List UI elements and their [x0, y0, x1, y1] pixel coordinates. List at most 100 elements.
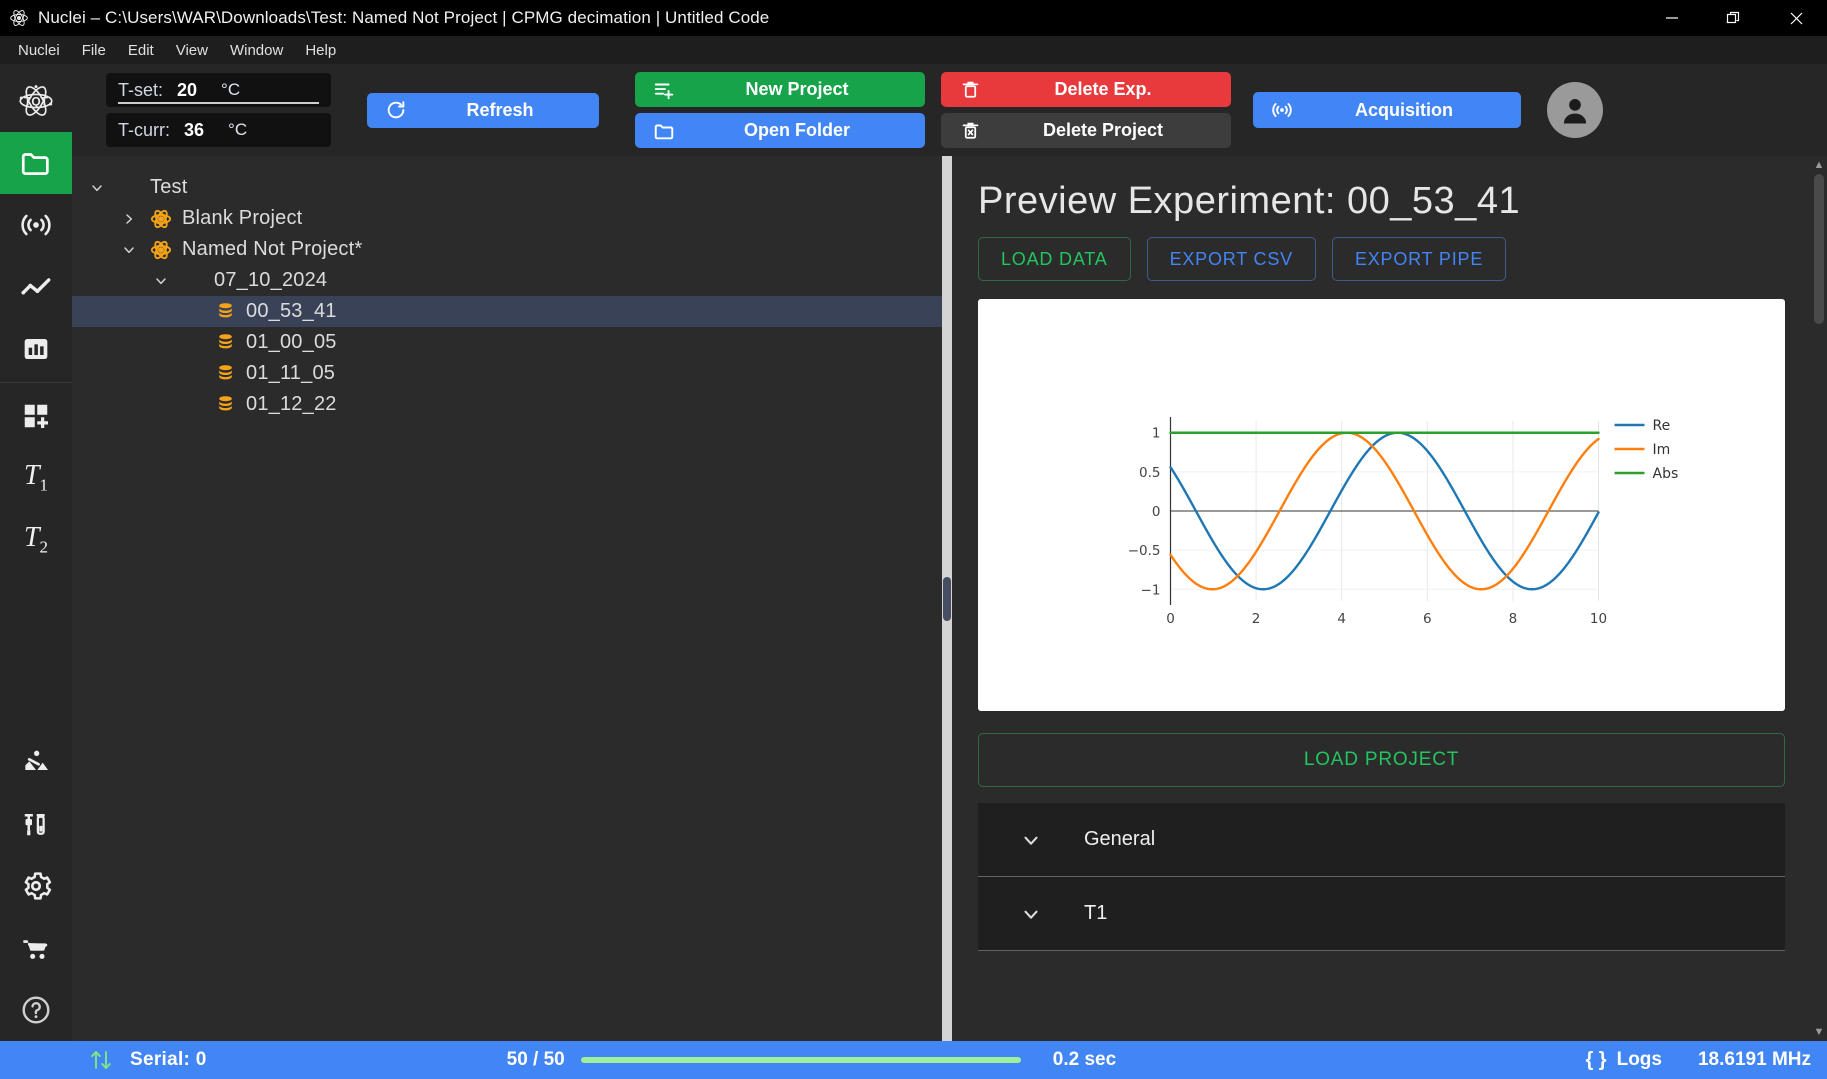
rail-item-add-module[interactable]: [0, 385, 72, 447]
tree-node-label: Test: [150, 176, 188, 198]
rail-item-analysis[interactable]: [0, 318, 72, 380]
progress-count: 50 / 50: [506, 1049, 565, 1070]
tset-field[interactable]: T-set: 20 °C: [106, 73, 331, 107]
trash-x-icon: [953, 120, 987, 141]
plot-svg: 0 2 4 6 8 10 −1 −0.5 0 0.5 1 Re Im Abs: [1025, 299, 1738, 711]
accordion-general[interactable]: General: [978, 803, 1785, 877]
refresh-button-label: Refresh: [466, 99, 534, 120]
main-column: T-set: 20 °C T-curr: 36 °C Refresh New P…: [72, 64, 1827, 1041]
tcurr-field: T-curr: 36 °C: [106, 113, 331, 147]
menu-window[interactable]: Window: [220, 39, 293, 62]
delete-exp-button[interactable]: Delete Exp.: [941, 72, 1231, 107]
rail-item-t1[interactable]: T1: [0, 447, 72, 509]
svg-text:Abs: Abs: [1653, 466, 1679, 482]
braces-icon: { }: [1585, 1048, 1607, 1071]
rail-item-calibration[interactable]: [0, 793, 72, 855]
tree-node-blank-project[interactable]: Blank Project: [72, 203, 942, 234]
app-logo-icon: [8, 7, 30, 29]
tset-label: T-set:: [118, 79, 164, 100]
chevron-down-icon[interactable]: [150, 273, 172, 289]
chevron-down-icon[interactable]: [1020, 829, 1042, 851]
body: TQT T1 T2 T-set: 20 °C T-curr: 36 °C Ref…: [0, 64, 1827, 1041]
window-title: Nuclei – C:\Users\WAR\Downloads\Test: Na…: [38, 8, 770, 27]
content-panes: Test Blank Project Named Not Project* 07…: [72, 156, 1827, 1041]
rail-item-projects[interactable]: [0, 132, 72, 194]
chevron-right-icon[interactable]: [118, 211, 140, 227]
rail-divider: [0, 382, 72, 383]
scroll-up-arrow-icon[interactable]: ▲: [1814, 156, 1825, 174]
accordion-general-label: General: [1084, 828, 1156, 850]
tree-node-experiment-01-00-05[interactable]: 01_00_05: [72, 327, 942, 358]
page-title: Preview Experiment: 00_53_41: [978, 180, 1521, 222]
svg-text:0: 0: [1166, 611, 1175, 627]
database-icon: [212, 363, 238, 384]
minimize-button[interactable]: [1641, 0, 1703, 36]
tree-node-experiment-01-12-22[interactable]: 01_12_22: [72, 389, 942, 420]
database-icon: [212, 301, 238, 322]
logs-button[interactable]: { } Logs: [1585, 1049, 1662, 1072]
pane-splitter[interactable]: [942, 156, 952, 1041]
menu-view[interactable]: View: [166, 39, 218, 62]
load-project-button[interactable]: LOAD PROJECT: [978, 733, 1785, 787]
tset-value[interactable]: 20: [177, 80, 197, 101]
tree-node-test[interactable]: Test: [72, 172, 942, 203]
progress-group: 50 / 50 0.2 sec: [507, 1049, 1117, 1071]
status-bar-row: Serial: 0 50 / 50 0.2 sec { } Logs 18.61…: [0, 1041, 1827, 1079]
menu-edit[interactable]: Edit: [118, 39, 164, 62]
rail-item-tools[interactable]: [0, 917, 72, 979]
menu-help[interactable]: Help: [295, 39, 346, 62]
chevron-down-icon[interactable]: [1020, 903, 1042, 925]
close-button[interactable]: [1765, 0, 1827, 36]
rail-item-maintenance[interactable]: [0, 731, 72, 793]
preview-plot[interactable]: 0 2 4 6 8 10 −1 −0.5 0 0.5 1 Re Im Abs: [978, 299, 1785, 711]
tree-node-experiment-00-53-41[interactable]: 00_53_41: [72, 296, 942, 327]
refresh-button[interactable]: Refresh: [367, 92, 599, 128]
open-folder-button[interactable]: Open Folder: [635, 113, 925, 148]
rail-item-logo: TQT: [0, 70, 72, 132]
tree-node-experiment-01-11-05[interactable]: 01_11_05: [72, 358, 942, 389]
load-data-button[interactable]: LOAD DATA: [978, 237, 1131, 281]
new-project-button-label: New Project: [745, 79, 849, 99]
elapsed-time: 0.2 sec: [1052, 1049, 1117, 1070]
progress-bar: [580, 1057, 1021, 1063]
toolbar: T-set: 20 °C T-curr: 36 °C Refresh New P…: [72, 64, 1827, 156]
svg-text:4: 4: [1337, 611, 1346, 627]
frequency-readout: 18.6191 MHz: [1697, 1049, 1811, 1070]
rail-item-t2[interactable]: T2: [0, 509, 72, 571]
acquisition-button[interactable]: Acquisition: [1253, 92, 1521, 128]
maximize-button[interactable]: [1703, 0, 1765, 36]
export-csv-button[interactable]: EXPORT CSV: [1146, 237, 1316, 281]
tree-node-date[interactable]: 07_10_2024: [72, 265, 942, 296]
status-bar-right: { } Logs 18.6191 MHz: [1585, 1049, 1827, 1072]
scrollbar-thumb[interactable]: [1814, 174, 1824, 324]
rail-item-signal[interactable]: [0, 256, 72, 318]
chevron-down-icon[interactable]: [118, 242, 140, 258]
rail-item-acquisition[interactable]: [0, 194, 72, 256]
rail-item-t1-label: T1: [23, 460, 49, 495]
new-project-button[interactable]: New Project: [635, 72, 925, 107]
menu-nuclei[interactable]: Nuclei: [8, 39, 70, 62]
status-bar-left-pad: [0, 1041, 72, 1079]
trash-icon: [953, 79, 987, 100]
preview-scrollbar[interactable]: ▲ ▼: [1811, 156, 1827, 1041]
avatar[interactable]: [1547, 82, 1603, 138]
rail-item-settings[interactable]: [0, 855, 72, 917]
scrollbar-track[interactable]: [1811, 174, 1827, 1023]
accordion-t1-label: T1: [1084, 902, 1108, 924]
menu-file[interactable]: File: [72, 39, 116, 62]
preview-actions: LOAD DATA EXPORT CSV EXPORT PIPE: [978, 237, 1785, 281]
rail-item-help[interactable]: [0, 979, 72, 1041]
tcurr-label: T-curr:: [118, 119, 170, 140]
acquisition-button-label: Acquisition: [1355, 99, 1453, 120]
tree-node-label: Blank Project: [182, 207, 303, 229]
chevron-down-icon[interactable]: [86, 180, 108, 196]
folder-icon: [647, 120, 681, 142]
tree-node-named-not-project[interactable]: Named Not Project*: [72, 234, 942, 265]
atom-icon: [148, 239, 174, 261]
accordion-t1[interactable]: T1: [978, 877, 1785, 951]
delete-exp-button-label: Delete Exp.: [1054, 79, 1152, 99]
tcurr-unit: °C: [228, 120, 248, 139]
scroll-down-arrow-icon[interactable]: ▼: [1814, 1023, 1825, 1041]
export-pipe-button[interactable]: EXPORT PIPE: [1331, 237, 1507, 281]
delete-project-button[interactable]: Delete Project: [941, 113, 1231, 148]
